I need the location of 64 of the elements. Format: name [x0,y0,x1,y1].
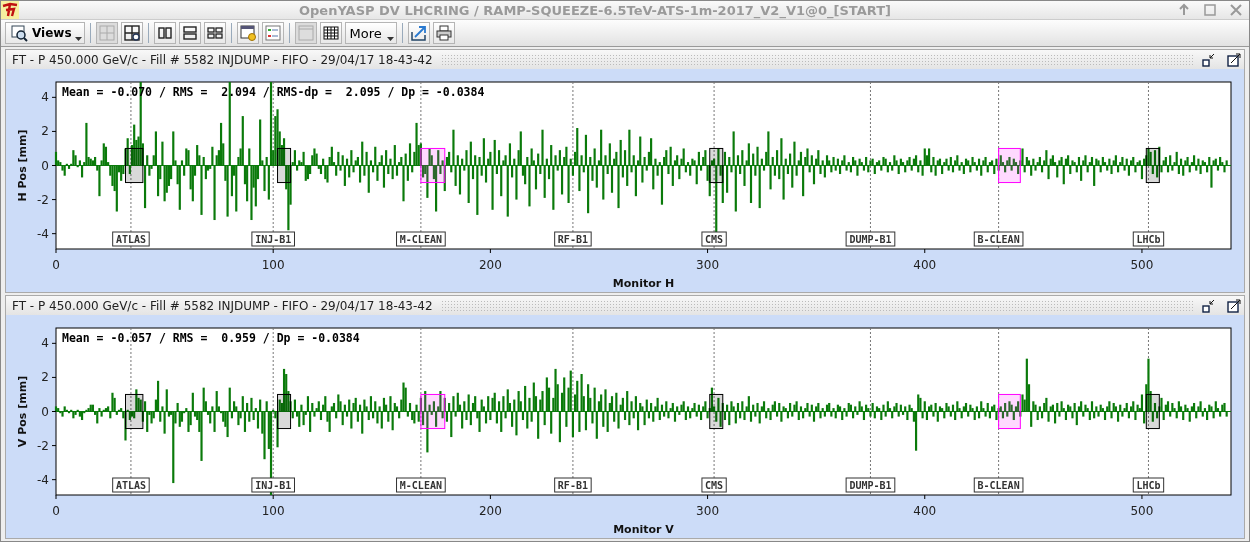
y-tick-label: -2 [37,438,49,453]
stats-text: Mean = -0.057 / RMS = 0.959 / Dp = -0.0384 [62,331,360,345]
ref-line-label: LHCb [1136,479,1161,491]
ref-line-label: M-CLEAN [399,479,442,491]
marker-label: INJ-B1 [251,477,295,493]
x-tick-label: 500 [1130,504,1154,518]
marker-label: B-CLEAN [973,477,1024,493]
ref-line-label: ATLAS [115,233,146,245]
x-tick-label: 0 [52,258,60,272]
y-axis-label: V Pos [mm] [16,375,29,448]
marker-label: ATLAS [112,231,150,247]
ref-line-label: INJ-B1 [255,233,292,245]
ref-line-label: INJ-B1 [255,479,292,491]
dropdown-button[interactable]: Views [5,22,85,44]
ref-line-label: LHCb [1136,233,1161,245]
x-tick-label: 100 [261,258,285,272]
y-tick-label: -2 [37,192,49,207]
marker-label: RF-B1 [554,477,592,493]
marker-label: DUMP-B1 [845,231,896,247]
marker-label: M-CLEAN [396,231,446,247]
marker-label: CMS [701,477,727,493]
y-tick-label: -4 [37,472,49,487]
window-title: OpenYASP DV LHCRING / RAMP-SQUEEZE-6.5TeV-ATS-1m-2017_V2_V1@0_[START] [297,2,893,18]
marker-label: B-CLEAN [973,231,1024,247]
x-tick-label: 200 [478,504,502,518]
y-tick-label: 0 [41,404,49,419]
x-axis-label: Monitor H [612,277,675,290]
marker-label: LHCb [1132,477,1165,493]
marker-label: RF-B1 [554,231,592,247]
y-tick-label: -4 [37,226,49,241]
y-axis-label: H Pos [mm] [16,129,29,202]
ref-line-label: M-CLEAN [399,233,442,245]
x-tick-label: 500 [1130,258,1154,272]
y-tick-label: 0 [41,158,49,173]
panel-title: FT - P 450.000 GeV/c - Fill # 5582 INJDUMP - FIFO - 29/04/17 18-43-42 [12,298,433,313]
x-axis-label: Monitor V [613,523,674,536]
x-tick-label: 300 [696,504,719,518]
marker-label: M-CLEAN [396,477,446,493]
ref-line-label: CMS [705,479,724,491]
ref-line-label: DUMP-B1 [849,479,892,491]
y-tick-label: 4 [41,336,49,351]
ref-line-label: CMS [705,233,724,245]
x-tick-label: 100 [261,504,285,518]
marker-label: ATLAS [112,477,150,493]
marker-label: DUMP-B1 [845,477,896,493]
y-tick-label: 2 [41,370,49,385]
y-tick-label: 2 [41,124,49,139]
ref-line-label: B-CLEAN [977,233,1020,245]
ref-line-label: RF-B1 [557,233,588,245]
marker-label: LHCb [1132,231,1165,247]
x-tick-label: 200 [478,258,502,272]
ref-line-label: ATLAS [115,479,146,491]
marker-label: CMS [701,231,727,247]
x-tick-label: 0 [52,504,60,518]
marker-label: INJ-B1 [251,231,295,247]
panel-title: FT - P 450.000 GeV/c - Fill # 5582 INJDUMP - FIFO - 29/04/17 18-43-42 [12,52,433,67]
x-tick-label: 400 [913,258,937,272]
ref-line-label: B-CLEAN [977,479,1020,491]
ref-line-label: DUMP-B1 [849,233,892,245]
y-tick-label: 4 [41,90,49,105]
x-tick-label: 300 [696,258,719,272]
dropdown-button[interactable]: More [344,22,397,44]
x-tick-label: 400 [913,504,937,518]
ref-line-label: RF-B1 [557,479,588,491]
